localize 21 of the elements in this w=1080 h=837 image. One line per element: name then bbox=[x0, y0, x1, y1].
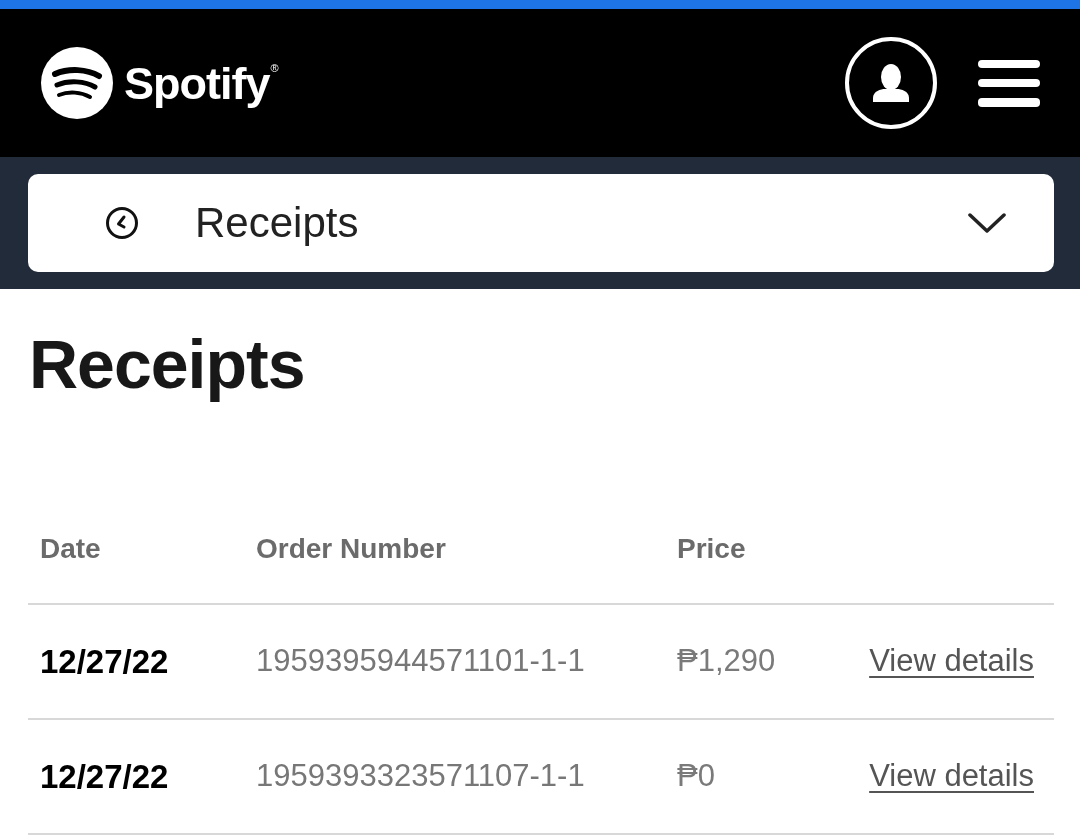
back-circle-icon bbox=[106, 207, 138, 239]
menu-icon bbox=[978, 59, 1040, 107]
registered-mark: ® bbox=[270, 62, 279, 74]
column-header: Price bbox=[677, 532, 746, 566]
spotify-logo-icon[interactable] bbox=[41, 47, 113, 119]
user-icon bbox=[871, 64, 911, 102]
chevron-down-icon bbox=[968, 213, 1006, 233]
menu-button[interactable] bbox=[978, 59, 1040, 107]
price-cell-text: ₱1,290 bbox=[677, 642, 776, 681]
date-cell-text: 12/27/22 bbox=[40, 641, 169, 682]
logo-wordmark[interactable]: Spotify bbox=[124, 60, 270, 106]
account-button[interactable] bbox=[845, 37, 937, 129]
section-dropdown[interactable]: Receipts bbox=[28, 174, 1054, 272]
price-cell-text: ₱0 bbox=[677, 757, 715, 796]
view-details-link[interactable]: View details bbox=[869, 753, 1034, 800]
order-number-cell-text: 1959395944571101-1-1 bbox=[256, 642, 585, 681]
date-cell-text: 12/27/22 bbox=[40, 756, 169, 797]
column-header: Date bbox=[40, 532, 101, 566]
order-number-cell-text: 1959393323571107-1-1 bbox=[256, 757, 585, 796]
column-header: Order Number bbox=[256, 532, 446, 566]
view-details-link[interactable]: View details bbox=[869, 638, 1034, 685]
